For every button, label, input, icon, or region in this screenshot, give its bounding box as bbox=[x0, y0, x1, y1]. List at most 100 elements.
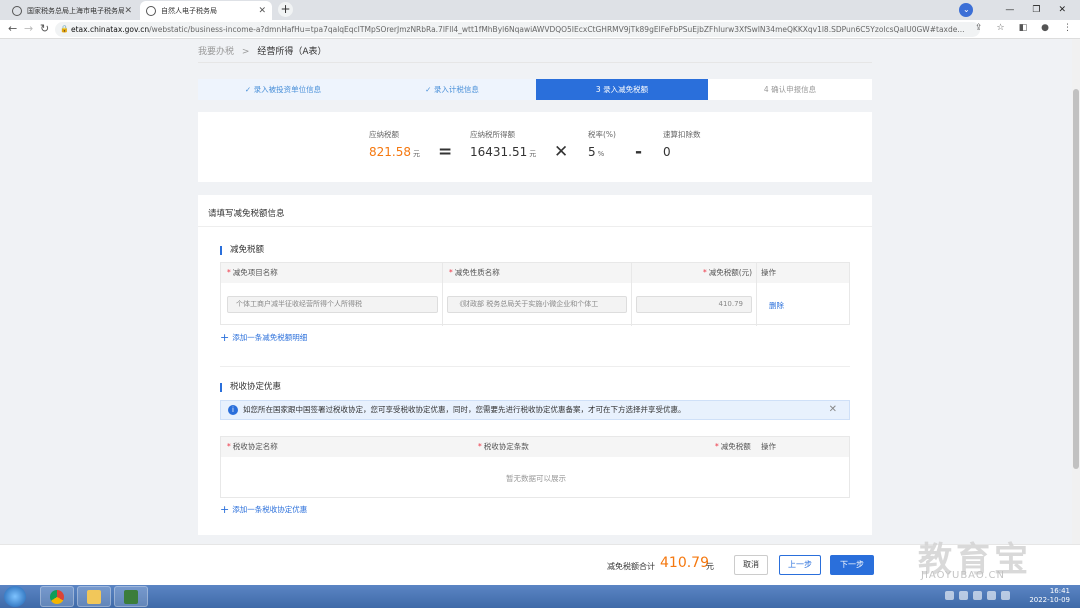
col-item-name: * 减免项目名称 bbox=[227, 268, 278, 277]
tray-icon[interactable] bbox=[973, 591, 982, 600]
quick-deduction-value: 0 bbox=[663, 145, 671, 159]
breadcrumb-current: 经营所得（A表） bbox=[257, 47, 327, 57]
url-host: etax.chinatax.gov.cn bbox=[71, 25, 150, 34]
taskbar-chrome[interactable] bbox=[40, 586, 74, 607]
tray-icon[interactable] bbox=[959, 591, 968, 600]
plus-icon: + bbox=[220, 503, 230, 516]
tax-rate-label: 税率(%) bbox=[588, 130, 616, 139]
url-field[interactable]: 🔒 etax.chinatax.gov.cn/webstatic/busines… bbox=[55, 22, 980, 37]
reload-icon[interactable]: ↻ bbox=[40, 22, 49, 35]
treaty-table-header bbox=[221, 437, 849, 457]
profile-chevron-icon[interactable]: ⌄ bbox=[959, 3, 974, 17]
reduction-info-card: 请填写减免税额信息 减免税额 * 减免项目名称 * 减免性质名称 * 减免税额(元) … bbox=[198, 195, 872, 535]
start-button[interactable] bbox=[4, 586, 26, 607]
tax-rate-unit: % bbox=[597, 150, 605, 158]
delete-row-link[interactable]: 删除 bbox=[769, 300, 784, 311]
tab-close-icon[interactable]: ✕ bbox=[124, 6, 132, 16]
taxable-income-value: 16431.51 元 bbox=[470, 145, 536, 159]
add-reduction-detail-link[interactable]: + 添加一条减免税额明细 bbox=[220, 331, 307, 344]
reduction-table: * 减免项目名称 * 减免性质名称 * 减免税额(元) 操作 个体工商户减半征收经营所… bbox=[220, 262, 850, 326]
profile-icon[interactable]: ● bbox=[1041, 23, 1049, 33]
treaty-section-title: 税收协定优惠 bbox=[220, 383, 281, 392]
minimize-button[interactable]: — bbox=[1005, 5, 1014, 15]
section-divider bbox=[220, 366, 850, 367]
tab-label: 国家税务总局上海市电子税务局 bbox=[27, 6, 125, 15]
col-treaty-clause: * 税收协定条款 bbox=[478, 442, 529, 451]
quick-deduction-label: 速算扣除数 bbox=[663, 130, 701, 139]
tray-icon[interactable] bbox=[945, 591, 954, 600]
bookmark-star-icon[interactable]: ☆ bbox=[997, 23, 1005, 33]
taskbar-app[interactable] bbox=[114, 586, 148, 607]
clock-time: 16:41 bbox=[1049, 587, 1070, 595]
cancel-button[interactable]: 取消 bbox=[734, 555, 768, 575]
tax-rate-value: 5% bbox=[588, 145, 604, 159]
next-step-button[interactable]: 下一步 bbox=[830, 555, 874, 575]
card-title: 请填写减免税额信息 bbox=[208, 209, 285, 219]
add-treaty-link[interactable]: + 添加一条税收协定优惠 bbox=[220, 503, 307, 516]
col-amount: * 减免税额(元) bbox=[703, 268, 753, 277]
column-divider bbox=[442, 263, 443, 326]
reduction-table-header bbox=[221, 263, 849, 283]
multiply-sign: ✕ bbox=[554, 142, 569, 162]
windows-taskbar: 16:41 2022-10-09 bbox=[0, 585, 1080, 608]
col-treaty-amount: * 减免税额 bbox=[715, 442, 751, 451]
back-arrow-icon[interactable]: ← bbox=[8, 22, 17, 35]
reduction-total-value: 410.79 bbox=[660, 555, 709, 571]
step-reduction-amount: 3 录入减免税额 bbox=[536, 79, 708, 100]
treaty-info-alert: i 如您所在国家跟中国签署过税收协定，您可享受税收协定优惠，同时，您需要先进行税… bbox=[220, 400, 850, 420]
card-title-divider bbox=[198, 226, 872, 227]
previous-step-button[interactable]: 上一步 bbox=[779, 555, 821, 575]
scrollbar-thumb[interactable] bbox=[1073, 89, 1079, 469]
folder-icon bbox=[87, 590, 101, 604]
step-investee-info: ✓ 录入被投资单位信息 bbox=[198, 79, 368, 100]
tax-payable-label: 应纳税额 bbox=[369, 130, 399, 139]
empty-state-text: 暂无数据可以展示 bbox=[506, 474, 566, 483]
chrome-icon bbox=[50, 590, 64, 604]
tax-payable-amount: 821.58 bbox=[369, 145, 411, 159]
col-nature-name: * 减免性质名称 bbox=[449, 268, 500, 277]
col-treaty-action: 操作 bbox=[761, 442, 776, 451]
amount-field[interactable]: 410.79 bbox=[636, 296, 752, 313]
reduction-total-label: 减免税额合计 bbox=[607, 562, 655, 571]
url-path: /webstatic/business-income-a?dmnHafHu=tp… bbox=[149, 25, 965, 34]
clock-date: 2022-10-09 bbox=[1029, 596, 1070, 604]
share-icon[interactable]: ⇪ bbox=[975, 23, 983, 33]
alert-close-icon[interactable]: ✕ bbox=[829, 401, 837, 419]
nature-name-field[interactable]: 《财政部 税务总局关于实施小微企业和个体工 bbox=[447, 296, 627, 313]
tax-payable-unit: 元 bbox=[413, 150, 420, 158]
browser-tab-shanghai-etax[interactable]: 国家税务总局上海市电子税务局 ✕ bbox=[6, 1, 138, 20]
system-tray bbox=[945, 591, 1010, 600]
new-tab-button[interactable]: + bbox=[278, 2, 293, 17]
taxable-income-label: 应纳税所得额 bbox=[470, 130, 515, 139]
equals-sign: = bbox=[438, 142, 453, 162]
treaty-table: * 税收协定名称 * 税收协定条款 * 减免税额 操作 暂无数据可以展示 bbox=[220, 436, 850, 498]
plus-icon: + bbox=[220, 331, 230, 344]
item-name-field[interactable]: 个体工商户减半征收经营所得个人所得税 bbox=[227, 296, 438, 313]
close-window-button[interactable]: ✕ bbox=[1058, 5, 1066, 15]
column-divider bbox=[631, 263, 632, 326]
network-icon[interactable] bbox=[1001, 591, 1010, 600]
page-scrollbar[interactable] bbox=[1072, 39, 1080, 544]
step-confirm-declaration: 4 确认申报信息 bbox=[763, 85, 817, 94]
watermark-url: JIAOYUBAO.CN bbox=[921, 570, 1005, 581]
breadcrumb-separator: > bbox=[241, 47, 250, 57]
menu-dots-icon[interactable]: ⋮ bbox=[1063, 23, 1072, 33]
browser-tab-bar: 国家税务总局上海市电子税务局 ✕ 自然人电子税务局 ✕ + ⌄ — ❐ ✕ bbox=[0, 0, 1080, 20]
browser-toolbar-icons: ⇪ ☆ ◧ ● ⋮ bbox=[975, 23, 1072, 33]
breadcrumb-root[interactable]: 我要办税 bbox=[198, 47, 234, 57]
restore-button[interactable]: ❐ bbox=[1032, 5, 1040, 15]
browser-tab-natural-person-etax[interactable]: 自然人电子税务局 ✕ bbox=[140, 1, 272, 20]
alert-text: 如您所在国家跟中国签署过税收协定，您可享受税收协定优惠，同时，您需要先进行税收协… bbox=[243, 405, 686, 414]
reduction-section-title: 减免税额 bbox=[220, 246, 264, 255]
taskbar-explorer[interactable] bbox=[77, 586, 111, 607]
tab-close-icon[interactable]: ✕ bbox=[258, 6, 266, 16]
forward-arrow-icon[interactable]: → bbox=[24, 22, 33, 35]
volume-icon[interactable] bbox=[987, 591, 996, 600]
breadcrumb: 我要办税 > 经营所得（A表） bbox=[198, 44, 326, 57]
app-icon bbox=[124, 590, 138, 604]
system-clock[interactable]: 16:41 2022-10-09 bbox=[1029, 587, 1070, 605]
globe-icon bbox=[146, 5, 156, 16]
sidebar-icon[interactable]: ◧ bbox=[1019, 23, 1028, 33]
step-progress: ✓ 录入被投资单位信息 ✓ 录入计税信息 3 录入减免税额 4 确认申报信息 bbox=[198, 79, 872, 100]
info-icon: i bbox=[228, 405, 238, 415]
